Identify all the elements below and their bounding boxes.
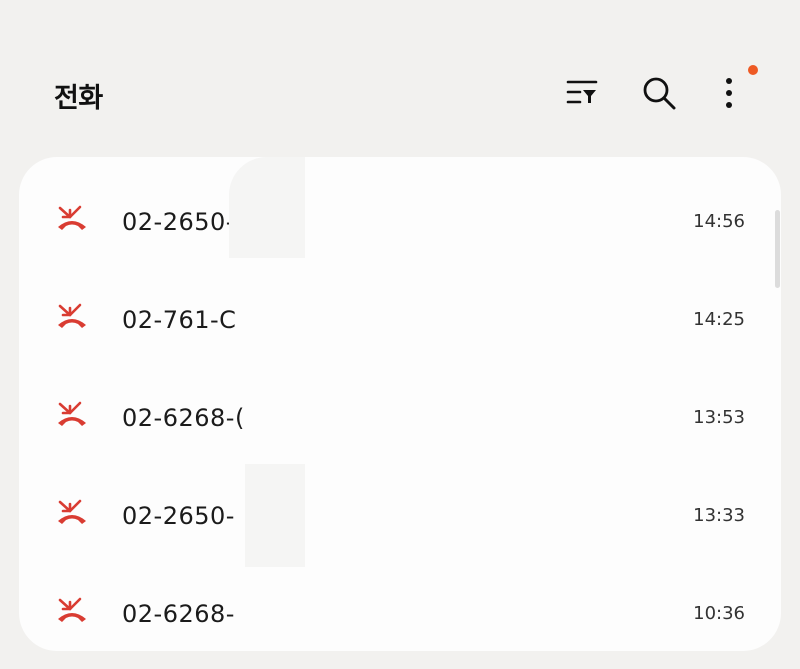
call-time: 14:25 xyxy=(693,309,745,330)
phone-number: 02-2650- xyxy=(122,502,235,530)
scrollbar-thumb[interactable] xyxy=(775,210,780,288)
call-time: 13:33 xyxy=(693,505,745,526)
notification-badge xyxy=(748,65,758,75)
call-log-item[interactable]: 02-2650- 14:56 xyxy=(19,165,781,263)
missed-call-icon xyxy=(55,205,89,231)
call-time: 13:53 xyxy=(693,407,745,428)
redaction-mask xyxy=(245,464,305,567)
call-log-item[interactable]: 02-6268-( 13:53 xyxy=(19,361,781,459)
more-options-icon[interactable] xyxy=(708,72,750,114)
filter-icon[interactable] xyxy=(561,72,603,114)
phone-number: 02-6268-( xyxy=(122,404,245,432)
redaction-mask xyxy=(229,157,305,258)
call-log-item[interactable]: 02-2650- 13:33 xyxy=(19,459,781,557)
missed-call-icon xyxy=(55,499,89,525)
page-title: 전화 xyxy=(54,83,103,114)
phone-number: 02-6268- xyxy=(122,600,235,628)
call-time: 10:36 xyxy=(693,603,745,624)
app-header: 전화 xyxy=(0,0,800,150)
missed-call-icon xyxy=(55,303,89,329)
search-icon[interactable] xyxy=(638,72,680,114)
missed-call-icon xyxy=(55,597,89,623)
phone-number: 02-761-C xyxy=(122,306,237,334)
missed-call-icon xyxy=(55,401,89,427)
call-time: 14:56 xyxy=(693,211,745,232)
phone-number: 02-2650- xyxy=(122,208,235,236)
call-log-list: 02-2650- 14:56 02-761-C 14:25 02-6268-( … xyxy=(19,157,781,651)
call-log-item[interactable]: 02-761-C 14:25 xyxy=(19,263,781,361)
call-log-item[interactable]: 02-6268- 10:36 xyxy=(19,557,781,651)
